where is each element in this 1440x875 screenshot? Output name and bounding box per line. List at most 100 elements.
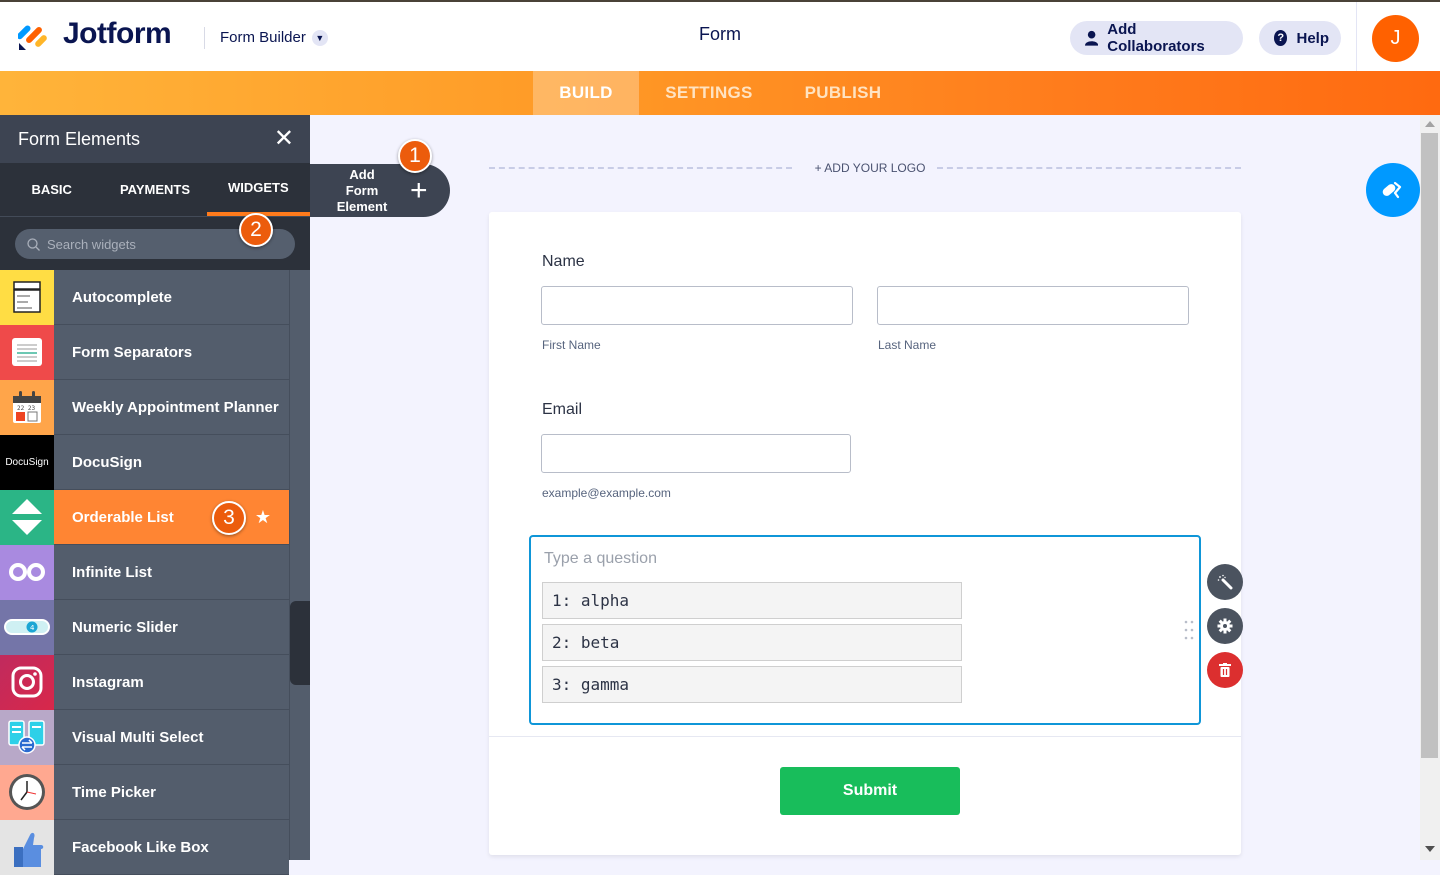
trash-icon (1219, 663, 1231, 677)
widget-item-docusign[interactable]: DocuSign DocuSign (0, 434, 289, 490)
add-collaborators-label: Add Collaborators (1107, 21, 1205, 55)
form-separator-icon (0, 324, 54, 380)
widget-label: Numeric Slider (72, 618, 178, 636)
question-placeholder[interactable]: Type a question (544, 550, 657, 568)
jotform-logo-icon[interactable] (18, 19, 50, 51)
top-header: Jotform Form Builder ▼ Form Add Collabor… (0, 0, 1440, 73)
step-badge-2: 2 (239, 213, 273, 247)
help-label: Help (1296, 29, 1329, 47)
add-form-element-label-line1: Add Form (345, 166, 379, 198)
close-icon[interactable]: ✕ (274, 127, 294, 151)
widget-item-numeric-slider[interactable]: 4 Numeric Slider (0, 599, 289, 655)
magic-wand-icon (1217, 574, 1233, 590)
calendar-icon: 22 23 (0, 379, 54, 435)
multi-select-icon (0, 709, 54, 765)
widget-item-infinite-list[interactable]: Infinite List (0, 544, 289, 600)
form-builder-dropdown[interactable]: Form Builder ▼ (220, 29, 328, 46)
email-field-label: Email (542, 401, 583, 418)
add-collaborators-button[interactable]: Add Collaborators (1070, 21, 1243, 55)
docusign-icon: DocuSign (0, 434, 54, 490)
builder-nav: BUILD SETTINGS PUBLISH (0, 71, 1440, 115)
star-icon[interactable]: ★ (255, 507, 271, 528)
tab-settings[interactable]: SETTINGS (650, 71, 768, 115)
orderable-list-field[interactable]: Type a question 1: alpha 2: beta 3: gamm… (529, 535, 1201, 725)
svg-text:22 23: 22 23 (17, 405, 35, 412)
widget-label: Weekly Appointment Planner (72, 398, 279, 416)
form-divider (489, 736, 1241, 737)
widget-list: Autocomplete Form Separators 22 23 Weekl… (0, 269, 289, 875)
add-form-element-label-line2: Element (336, 198, 388, 214)
search-icon (27, 237, 40, 251)
email-input[interactable] (541, 434, 851, 473)
widget-label: Infinite List (72, 563, 152, 581)
widget-item-facebook-like-box[interactable]: Facebook Like Box (0, 819, 289, 875)
help-button[interactable]: ? Help (1259, 21, 1341, 55)
avatar[interactable]: J (1372, 15, 1419, 62)
form-designer-button[interactable] (1366, 163, 1420, 217)
drag-handle-icon[interactable] (1183, 619, 1195, 641)
widget-item-time-picker[interactable]: Time Picker (0, 764, 289, 820)
orderable-list-item[interactable]: 3: gamma (542, 666, 962, 703)
widget-label: Facebook Like Box (72, 838, 209, 856)
widget-label: Autocomplete (72, 288, 173, 306)
gear-icon (1217, 618, 1233, 634)
widget-item-form-separators[interactable]: Form Separators (0, 324, 289, 380)
widget-label: Instagram (72, 673, 144, 691)
orderable-list-item[interactable]: 2: beta (542, 624, 962, 661)
add-logo-button[interactable]: + ADD YOUR LOGO (800, 161, 940, 175)
clock-icon (0, 764, 54, 820)
step-badge-1: 1 (398, 139, 432, 173)
orderable-list-item[interactable]: 1: alpha (542, 582, 962, 619)
widget-list-scrollbar-track[interactable] (289, 270, 310, 860)
first-name-sublabel: First Name (542, 338, 601, 352)
last-name-sublabel: Last Name (878, 338, 937, 352)
header-divider-right (1356, 2, 1357, 73)
instagram-icon (0, 654, 54, 710)
panel-header: Form Elements ✕ (0, 115, 310, 163)
widget-label: DocuSign (72, 453, 142, 471)
widget-label: Orderable List (72, 508, 174, 526)
tab-publish[interactable]: PUBLISH (790, 71, 896, 115)
form-canvas: Name First Name Last Name Email example@… (489, 212, 1243, 855)
name-field-label: Name (542, 253, 585, 270)
search-widgets-input[interactable] (47, 236, 267, 252)
scroll-down-arrow-icon[interactable] (1425, 846, 1435, 852)
widget-label: Visual Multi Select (72, 728, 204, 746)
plus-icon: + (410, 173, 428, 207)
tab-widgets[interactable]: WIDGETS (206, 163, 310, 216)
delete-button[interactable] (1207, 652, 1243, 688)
orderable-list-icon (0, 489, 54, 545)
panel-title: Form Elements (18, 128, 141, 149)
slider-icon-text: 4 (30, 624, 35, 632)
docusign-icon-text: DocuSign (5, 456, 49, 468)
thumbs-up-icon (0, 819, 54, 875)
widget-item-weekly-appointment-planner[interactable]: 22 23 Weekly Appointment Planner (0, 379, 289, 435)
tab-build[interactable]: BUILD (533, 71, 639, 115)
logo-dashed-line-right (937, 167, 1241, 169)
slider-icon: 4 (0, 599, 54, 655)
logo-dashed-line-left (489, 167, 792, 169)
widget-label: Time Picker (72, 783, 156, 801)
chevron-down-icon: ▼ (311, 29, 328, 46)
add-form-element-label: Add Form Element (332, 167, 392, 215)
tab-payments[interactable]: PAYMENTS (103, 163, 206, 216)
widget-item-instagram[interactable]: Instagram (0, 654, 289, 710)
scroll-up-arrow-icon[interactable] (1425, 121, 1435, 127)
add-form-element-button[interactable]: Add Form Element + (310, 164, 450, 217)
email-sublabel: example@example.com (542, 486, 671, 500)
last-name-input[interactable] (877, 286, 1189, 325)
page-scrollbar-thumb[interactable] (1421, 133, 1438, 758)
header-divider (204, 27, 205, 49)
user-icon (1085, 30, 1099, 46)
brand-name[interactable]: Jotform (63, 17, 172, 51)
widget-item-visual-multi-select[interactable]: Visual Multi Select (0, 709, 289, 765)
widget-list-scrollbar-thumb[interactable] (290, 601, 310, 685)
help-icon: ? (1274, 30, 1288, 46)
widget-item-autocomplete[interactable]: Autocomplete (0, 269, 289, 325)
settings-button[interactable] (1207, 608, 1243, 644)
first-name-input[interactable] (541, 286, 853, 325)
submit-button[interactable]: Submit (780, 767, 960, 815)
magic-wand-button[interactable] (1207, 564, 1243, 600)
panel-tabs: BASIC PAYMENTS WIDGETS (0, 163, 310, 217)
tab-basic[interactable]: BASIC (0, 163, 103, 216)
